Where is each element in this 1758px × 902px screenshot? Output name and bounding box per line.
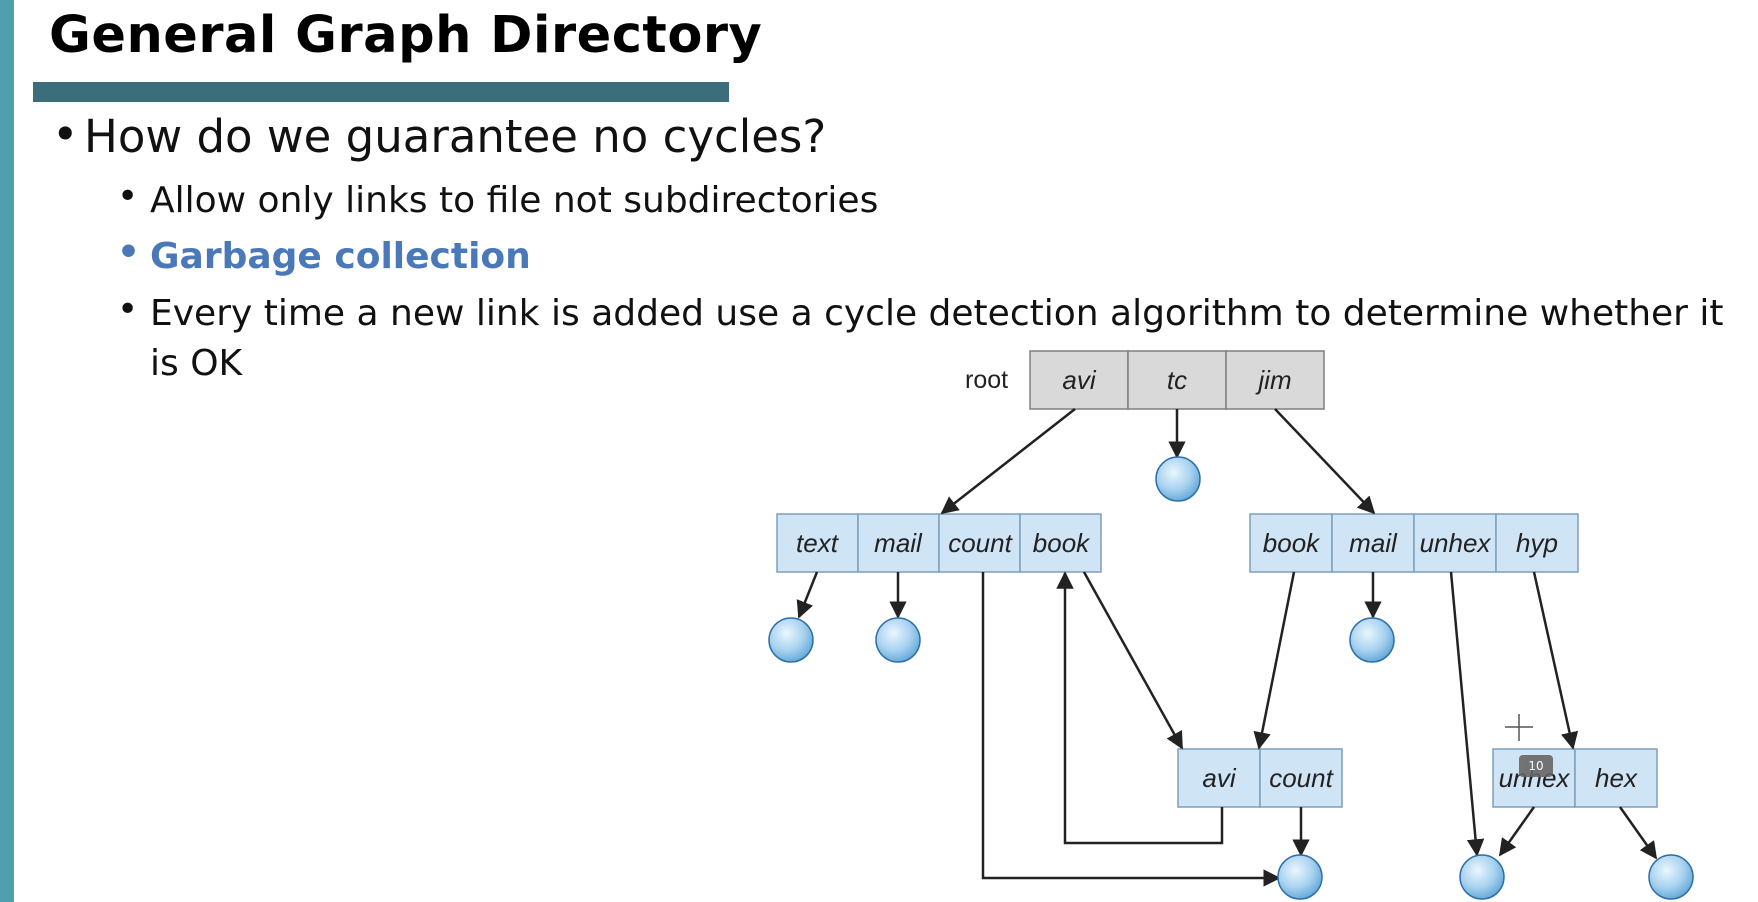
dir-avi: text mail count book [776,513,1102,573]
file-node [875,617,921,663]
root-label: root [965,366,1008,394]
cell-label: jim [1255,365,1291,395]
slide-number-badge: 10 [1519,755,1553,777]
file-node [1648,854,1694,900]
cell-label: text [796,528,840,558]
file-node [768,617,814,663]
cell-label: tc [1167,365,1187,395]
dir-jim: book mail unhex hyp [1249,513,1579,573]
dir-root: avi tc jim [1029,350,1325,410]
cell-label: avi [1062,365,1096,395]
cell-label: mail [874,528,923,558]
link-arrow [940,408,1076,515]
link-arrow [1618,806,1658,860]
cell-label: count [1269,763,1334,793]
cell-label: hex [1595,763,1638,793]
link-arrow [1253,571,1296,750]
cell-label: count [948,528,1013,558]
cell-label: unhex [1420,528,1492,558]
cell-label: hyp [1516,528,1558,558]
link-arrow [1449,571,1485,857]
file-node [1277,854,1323,900]
cell-label: mail [1349,528,1398,558]
cell-label: avi [1202,763,1236,793]
file-node [1155,456,1201,502]
link-arrow [1498,806,1536,857]
link-arrow [981,572,1281,887]
dir-hyp: unhex hex [1492,748,1658,808]
link-arrow [1532,571,1579,750]
file-node [1459,854,1505,900]
link-arrow [796,571,819,619]
dir-shared: avi count [1177,748,1343,808]
link-arrow [1082,571,1184,750]
cell-label: book [1033,528,1091,558]
crosshair-cursor-icon [1505,714,1533,741]
graph-directory-diagram: root avi tc jim text mail count book boo… [768,350,1694,900]
cell-label: book [1263,528,1321,558]
file-node [1349,617,1395,663]
link-arrow [1274,408,1376,515]
